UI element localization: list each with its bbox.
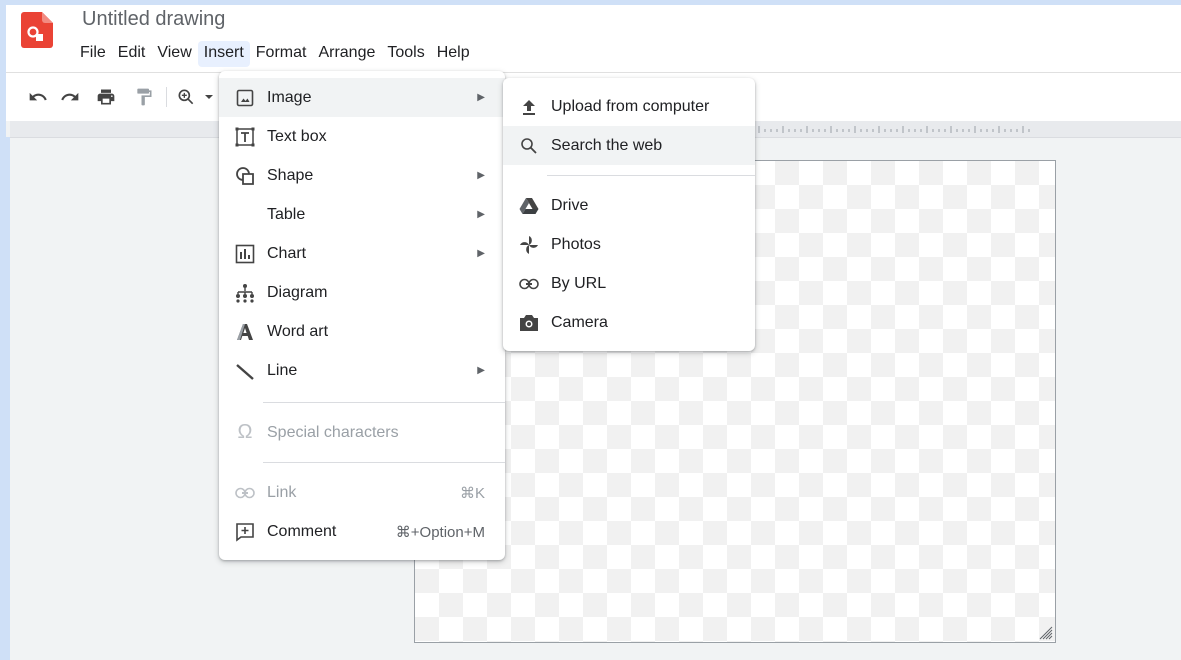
menu-view[interactable]: View: [151, 41, 197, 67]
search-the-web-item[interactable]: Search the web: [503, 126, 755, 165]
zoom-dropdown-icon[interactable]: [202, 85, 216, 109]
menu-file[interactable]: File: [74, 41, 112, 67]
submenu-arrow-icon: ▶: [477, 248, 485, 259]
comment-shortcut: ⌘+Option+M: [395, 523, 485, 541]
submenu-arrow-icon: ▶: [477, 92, 485, 103]
insert-comment-label: Comment: [267, 522, 337, 540]
search-icon: [517, 134, 541, 158]
insert-special-characters-item[interactable]: Ω Special characters: [219, 413, 505, 452]
insert-menu: Image ▶ Text box Shape ▶ Table ▶ Chart ▶…: [219, 71, 505, 560]
upload-from-computer-item[interactable]: Upload from computer: [503, 87, 755, 126]
menu-separator: [263, 462, 505, 463]
insert-text-box-label: Text box: [267, 127, 327, 145]
insert-shape-label: Shape: [267, 166, 314, 184]
insert-link-item[interactable]: Link ⌘K: [219, 473, 505, 512]
drive-label: Drive: [551, 196, 589, 214]
menu-insert[interactable]: Insert: [197, 41, 250, 67]
insert-image-item[interactable]: Image ▶: [219, 78, 505, 117]
link-icon: [517, 272, 541, 296]
shape-icon: [233, 164, 257, 188]
comment-icon: [233, 520, 257, 544]
link-shortcut: ⌘K: [459, 484, 485, 502]
insert-link-label: Link: [267, 483, 297, 501]
print-icon[interactable]: [94, 85, 118, 109]
submenu-arrow-icon: ▶: [477, 170, 485, 181]
upload-from-computer-label: Upload from computer: [551, 97, 710, 115]
submenu-arrow-icon: ▶: [477, 365, 485, 376]
insert-diagram-label: Diagram: [267, 283, 328, 301]
drive-item[interactable]: Drive: [503, 186, 755, 225]
text-box-icon: [233, 125, 257, 149]
photos-item[interactable]: Photos: [503, 225, 755, 264]
toolbar-separator: [166, 87, 167, 107]
menu-help[interactable]: Help: [431, 41, 476, 67]
line-icon: [233, 359, 257, 383]
insert-chart-label: Chart: [267, 244, 307, 262]
camera-item[interactable]: Camera: [503, 303, 755, 342]
image-submenu: Upload from computer Search the web Driv…: [503, 78, 755, 351]
photos-label: Photos: [551, 235, 601, 253]
paint-format-icon[interactable]: [132, 85, 156, 109]
ruler-ticks: [758, 126, 1030, 133]
diagram-icon: [233, 281, 257, 305]
insert-shape-item[interactable]: Shape ▶: [219, 156, 505, 195]
search-the-web-label: Search the web: [551, 136, 663, 154]
insert-word-art-item[interactable]: Word art: [219, 312, 505, 351]
link-icon: [233, 481, 257, 505]
camera-icon: [517, 311, 541, 335]
insert-diagram-item[interactable]: Diagram: [219, 273, 505, 312]
drawings-logo-icon[interactable]: [21, 12, 53, 48]
menu-separator: [263, 402, 505, 403]
chart-icon: [233, 242, 257, 266]
menu-format[interactable]: Format: [250, 41, 313, 67]
camera-label: Camera: [551, 313, 608, 331]
omega-icon: Ω: [237, 421, 253, 443]
insert-special-characters-label: Special characters: [267, 423, 399, 441]
menubar: File Edit View Insert Format Arrange Too…: [74, 41, 476, 67]
menu-arrange[interactable]: Arrange: [312, 41, 381, 67]
insert-chart-item[interactable]: Chart ▶: [219, 234, 505, 273]
insert-text-box-item[interactable]: Text box: [219, 117, 505, 156]
upload-icon: [517, 95, 541, 119]
insert-line-item[interactable]: Line ▶: [219, 351, 505, 390]
undo-icon[interactable]: [26, 85, 50, 109]
image-icon: [233, 86, 257, 110]
insert-word-art-label: Word art: [267, 322, 329, 340]
resize-grip-icon[interactable]: [1037, 624, 1053, 640]
zoom-icon[interactable]: [174, 85, 198, 109]
photos-icon: [517, 233, 541, 257]
menu-tools[interactable]: Tools: [381, 41, 430, 67]
insert-line-label: Line: [267, 361, 298, 379]
menu-edit[interactable]: Edit: [112, 41, 152, 67]
insert-comment-item[interactable]: Comment ⌘+Option+M: [219, 512, 505, 551]
insert-table-item[interactable]: Table ▶: [219, 195, 505, 234]
document-title[interactable]: Untitled drawing: [82, 8, 225, 31]
insert-image-label: Image: [267, 88, 312, 106]
app-header: Untitled drawing File Edit View Insert F…: [6, 5, 1181, 72]
drive-icon: [517, 194, 541, 218]
submenu-arrow-icon: ▶: [477, 209, 485, 220]
insert-table-label: Table: [267, 205, 306, 223]
vertical-ruler: [6, 137, 10, 660]
menu-separator: [547, 175, 755, 176]
word-art-icon: [233, 320, 257, 344]
redo-icon[interactable]: [58, 85, 82, 109]
by-url-label: By URL: [551, 274, 607, 292]
by-url-item[interactable]: By URL: [503, 264, 755, 303]
